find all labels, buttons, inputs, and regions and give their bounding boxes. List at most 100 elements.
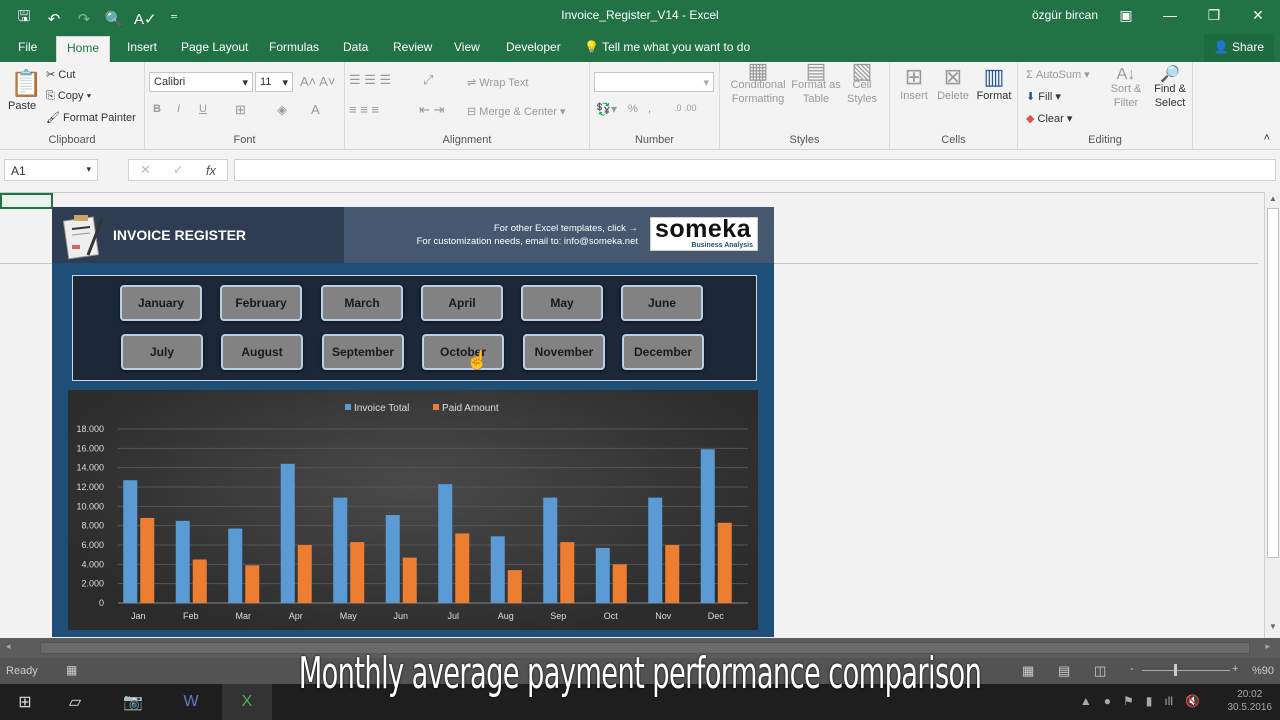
tray-expand-icon[interactable]: ▲ (1080, 694, 1092, 708)
scroll-right-icon[interactable]: ▸ (1265, 641, 1270, 652)
percent-button[interactable]: % (628, 103, 638, 115)
tab-view[interactable]: View (444, 36, 490, 62)
number-format-select[interactable]: ▾ (594, 72, 714, 92)
cell-styles-button[interactable]: ▧ Cell Styles (842, 60, 882, 106)
name-box[interactable]: A1 ▾ (4, 159, 98, 181)
month-button-november[interactable]: November (523, 334, 605, 370)
clock[interactable]: 20:02 30.5.2016 (1228, 688, 1273, 714)
month-button-october[interactable]: October (422, 334, 504, 370)
insert-cells-button[interactable]: ⊞ Insert (898, 64, 930, 102)
align-left-icon[interactable]: ≡ ≡ ≡ (349, 102, 379, 117)
minimize-icon[interactable]: — (1148, 0, 1192, 30)
tab-data[interactable]: Data (333, 36, 378, 62)
collapse-ribbon-icon[interactable]: ˄ (1264, 132, 1270, 144)
contact-email[interactable]: For customization needs, email to: info@… (417, 235, 638, 248)
restore-icon[interactable]: ❐ (1192, 0, 1236, 30)
zoom-slider-thumb[interactable] (1174, 664, 1177, 676)
italic-button[interactable]: I (177, 103, 180, 115)
comma-button[interactable]: , (648, 103, 651, 115)
flag-icon[interactable]: ⚑ (1123, 694, 1134, 708)
bold-button[interactable]: B (153, 103, 161, 115)
camera-app-icon[interactable]: 📷 (108, 684, 158, 720)
fill-color-icon[interactable]: ◈ (277, 102, 287, 118)
tab-review[interactable]: Review (383, 36, 442, 62)
paste-icon[interactable]: 📋 (10, 68, 42, 99)
someka-logo[interactable]: someka Business Analysis (650, 215, 758, 251)
delete-cells-button[interactable]: ⊠ Delete (936, 64, 970, 102)
month-button-june[interactable]: June (621, 285, 703, 321)
vertical-scrollbar[interactable]: ▲ ▼ (1264, 192, 1280, 638)
share-button[interactable]: 👤 Share (1203, 34, 1274, 62)
borders-icon[interactable]: ⊞ (235, 102, 246, 118)
signal-icon[interactable]: ıll (1164, 694, 1173, 708)
conditional-formatting-button[interactable]: ▦ Conditional Formatting (728, 60, 788, 106)
formula-input[interactable] (234, 159, 1276, 181)
month-button-february[interactable]: February (220, 285, 302, 321)
find-select-button[interactable]: 🔎 Find & Select (1150, 67, 1190, 110)
scroll-down-icon[interactable]: ▼ (1265, 622, 1280, 636)
battery-icon[interactable]: ▮ (1146, 694, 1153, 708)
clear-button[interactable]: ◆ Clear ▾ (1026, 112, 1072, 125)
month-button-may[interactable]: May (521, 285, 603, 321)
tray-app-icon[interactable]: ● (1104, 694, 1111, 708)
windows-start-icon[interactable]: ⊞ (0, 684, 50, 720)
enter-icon[interactable]: ✓ (173, 162, 184, 178)
month-button-august[interactable]: August (221, 334, 303, 370)
scroll-up-icon[interactable]: ▲ (1265, 194, 1280, 208)
wrap-text-button[interactable]: ⇌ Wrap Text (467, 76, 528, 89)
sort-filter-button[interactable]: A↓ Sort & Filter (1108, 67, 1144, 110)
font-name-select[interactable]: Calibri ▾ (149, 72, 253, 92)
month-button-march[interactable]: March (321, 285, 403, 321)
decimal-icon[interactable]: .0 .00 (674, 103, 697, 113)
font-size-select[interactable]: 11 ▾ (255, 72, 293, 92)
user-name[interactable]: özgür bircan (1032, 8, 1098, 22)
scroll-thumb[interactable] (1267, 208, 1279, 558)
cancel-icon[interactable]: ✕ (140, 162, 151, 178)
insert-function-icon[interactable]: fx (206, 163, 216, 178)
tab-home[interactable]: Home (56, 36, 111, 62)
month-button-april[interactable]: April (421, 285, 503, 321)
close-icon[interactable]: ✕ (1236, 0, 1280, 30)
zoom-slider[interactable] (1142, 670, 1230, 671)
templates-link[interactable]: For other Excel templates, click → (417, 222, 638, 235)
grow-font-icon[interactable]: A˄ A˅ (300, 74, 335, 89)
page-layout-view-icon[interactable]: ▤ (1058, 663, 1070, 679)
page-break-view-icon[interactable]: ◫ (1094, 663, 1106, 679)
fill-button[interactable]: ⬇ Fill ▾ (1026, 90, 1061, 103)
align-top-icon[interactable]: ☰ ☰ ☰ (349, 72, 391, 88)
x-tick-label: Mar (236, 611, 252, 621)
format-cells-button[interactable]: ▥ Format (974, 64, 1014, 102)
format-as-table-button[interactable]: ▤ Format as Table (790, 60, 842, 106)
format-painter-button[interactable]: 🖌 Format Painter (46, 111, 136, 124)
month-button-january[interactable]: January (120, 285, 202, 321)
word-app-icon[interactable]: W (166, 684, 216, 720)
selected-cell[interactable] (0, 193, 53, 209)
tab-developer[interactable]: Developer (496, 36, 571, 62)
zoom-out-button[interactable]: - (1130, 663, 1134, 675)
volume-icon[interactable]: 🔇 (1185, 694, 1200, 708)
month-button-december[interactable]: December (622, 334, 704, 370)
tab-page-layout[interactable]: Page Layout (171, 36, 258, 62)
zoom-level[interactable]: %90 (1252, 665, 1274, 677)
month-button-july[interactable]: July (121, 334, 203, 370)
scroll-left-icon[interactable]: ◂ (6, 641, 11, 652)
tablet-app-icon[interactable]: ▱ (50, 684, 100, 720)
orientation-icon[interactable]: ⤢ (423, 72, 433, 88)
merge-center-button[interactable]: ⊟ Merge & Center ▾ (467, 105, 566, 118)
ribbon-display-icon[interactable]: ▣ (1104, 0, 1148, 30)
cut-button[interactable]: ✂ Cut (46, 68, 75, 81)
paste-button[interactable]: Paste (8, 100, 36, 112)
macro-record-icon[interactable]: ▦ (66, 663, 77, 677)
copy-button[interactable]: ⎘ Copy ▾ (46, 90, 91, 103)
indent-icon[interactable]: ⇤ ⇥ (419, 102, 444, 118)
tab-insert[interactable]: Insert (117, 36, 167, 62)
zoom-in-button[interactable]: + (1232, 663, 1238, 675)
underline-button[interactable]: U (199, 103, 207, 115)
tell-me-box[interactable]: 💡 Tell me what you want to do (574, 36, 760, 62)
tab-file[interactable]: File (8, 36, 47, 62)
tab-formulas[interactable]: Formulas (259, 36, 329, 62)
month-button-september[interactable]: September (322, 334, 404, 370)
autosum-button[interactable]: Σ AutoSum ▾ (1026, 68, 1090, 81)
font-color-icon[interactable]: A (311, 102, 320, 117)
currency-icon[interactable]: 💱▾ (596, 102, 617, 116)
